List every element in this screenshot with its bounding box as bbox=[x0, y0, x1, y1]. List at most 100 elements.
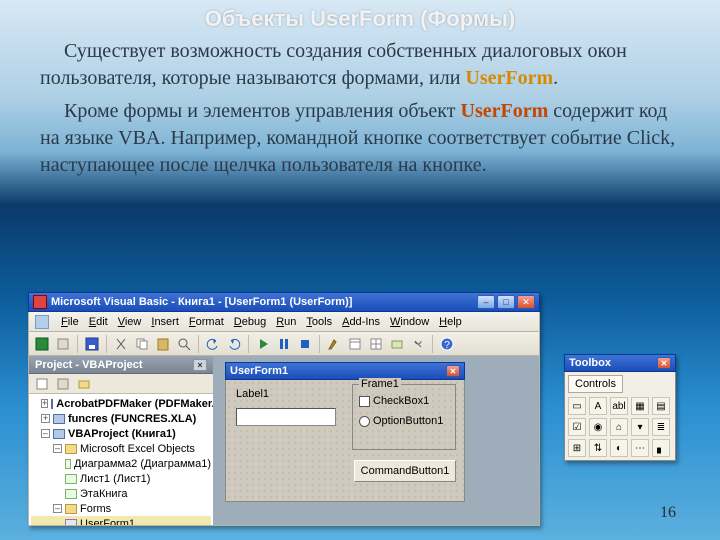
userform-design-surface[interactable]: Label1 Frame1 CheckBox1 OptionButton1 Co… bbox=[225, 380, 465, 502]
control-frame1[interactable]: Frame1 CheckBox1 OptionButton1 bbox=[352, 384, 456, 450]
toolbox-tab-controls[interactable]: Controls bbox=[568, 375, 623, 393]
tool-spin-icon[interactable]: ⋯ bbox=[631, 439, 649, 457]
control-commandbutton1[interactable]: CommandButton1 bbox=[354, 460, 456, 482]
maximize-button[interactable]: □ bbox=[497, 295, 515, 309]
tool-listbox-icon[interactable]: ▤ bbox=[652, 397, 670, 415]
close-button[interactable]: ✕ bbox=[517, 295, 535, 309]
toolbar-separator bbox=[319, 335, 320, 353]
project-explorer-panel: Project - VBAProject × +AcrobatPDFMaker … bbox=[29, 356, 213, 525]
toolbox-grid: ▭ A abl ▦ ▤ ☑ ◉ ⌂ ▾ ≣ ⊞ ⇅ ◐ ⋯ ▖ bbox=[568, 397, 672, 457]
tree-item-sheet1[interactable]: Лист1 (Лист1) bbox=[31, 471, 211, 486]
toolbar-separator bbox=[198, 335, 199, 353]
tool-label-icon[interactable]: A bbox=[589, 397, 607, 415]
tree-item-sheet-diagram[interactable]: Диаграмма2 (Диаграмма1) bbox=[31, 456, 211, 471]
menu-format[interactable]: Format bbox=[189, 316, 224, 328]
tool-toggle-icon[interactable]: ⌂ bbox=[610, 418, 628, 436]
toolbar-reset-icon[interactable] bbox=[296, 335, 314, 353]
tree-project-pdfmaker[interactable]: +AcrobatPDFMaker (PDFMaker.x bbox=[31, 396, 211, 411]
tool-multipage-icon[interactable]: ⇅ bbox=[589, 439, 607, 457]
tree-item-thisworkbook[interactable]: ЭтаКнига bbox=[31, 486, 211, 501]
menu-view[interactable]: View bbox=[118, 316, 142, 328]
tree-folder-excel-objects[interactable]: –Microsoft Excel Objects bbox=[31, 441, 211, 456]
toolbar-paste-icon[interactable] bbox=[154, 335, 172, 353]
control-checkbox1[interactable]: CheckBox1 bbox=[359, 395, 429, 407]
toolbar-copy-icon[interactable] bbox=[133, 335, 151, 353]
toolbar-separator bbox=[77, 335, 78, 353]
toolbar-save-icon[interactable] bbox=[83, 335, 101, 353]
userform-titlebar[interactable]: UserForm1 ✕ bbox=[225, 362, 465, 380]
toolbar-find-icon[interactable] bbox=[175, 335, 193, 353]
tree-project-funcres[interactable]: +funcres (FUNCRES.XLA) bbox=[31, 411, 211, 426]
menu-help[interactable]: Help bbox=[439, 316, 462, 328]
toolbar-toolbox-icon[interactable] bbox=[409, 335, 427, 353]
toolbar-break-icon[interactable] bbox=[275, 335, 293, 353]
toolbar-separator bbox=[432, 335, 433, 353]
control-label1[interactable]: Label1 bbox=[236, 388, 269, 400]
vba-title-text: Microsoft Visual Basic - Книга1 - [UserF… bbox=[51, 296, 477, 308]
toolbar-object-icon[interactable] bbox=[388, 335, 406, 353]
project-explorer-title: Project - VBAProject bbox=[35, 359, 143, 371]
system-menu-icon[interactable] bbox=[35, 315, 49, 329]
vba-toolbar: ? bbox=[28, 332, 540, 356]
page-number: 16 bbox=[660, 504, 676, 522]
tool-command-icon[interactable]: ≣ bbox=[652, 418, 670, 436]
control-optionbutton1[interactable]: OptionButton1 bbox=[359, 415, 443, 427]
checkbox-icon bbox=[359, 396, 370, 407]
para1-text-b: . bbox=[553, 67, 558, 89]
userform-designer-window[interactable]: UserForm1 ✕ Label1 Frame1 CheckBox1 Opti… bbox=[225, 362, 465, 502]
vba-titlebar[interactable]: Microsoft Visual Basic - Книга1 - [UserF… bbox=[28, 292, 540, 312]
tool-textbox-icon[interactable]: abl bbox=[610, 397, 628, 415]
tool-frame-icon[interactable]: ▾ bbox=[631, 418, 649, 436]
toggle-folders-icon[interactable] bbox=[75, 375, 93, 393]
toolbar-separator bbox=[248, 335, 249, 353]
toolbar-project-icon[interactable] bbox=[346, 335, 364, 353]
toolbar-excel-icon[interactable] bbox=[33, 335, 51, 353]
toolbar-undo-icon[interactable] bbox=[204, 335, 222, 353]
tool-option-icon[interactable]: ◉ bbox=[589, 418, 607, 436]
toolbox-titlebar[interactable]: Toolbox ✕ bbox=[564, 354, 676, 372]
toolbox-title: Toolbox bbox=[569, 357, 657, 369]
project-explorer-titlebar[interactable]: Project - VBAProject × bbox=[29, 356, 213, 374]
svg-text:?: ? bbox=[444, 340, 450, 351]
tool-checkbox-icon[interactable]: ☑ bbox=[568, 418, 586, 436]
control-textbox[interactable] bbox=[236, 408, 336, 426]
menu-file[interactable]: File bbox=[61, 316, 79, 328]
menu-edit[interactable]: Edit bbox=[89, 316, 108, 328]
toolbar-run-icon[interactable] bbox=[254, 335, 272, 353]
tool-scrollbar-icon[interactable]: ◐ bbox=[610, 439, 628, 457]
userform-close-icon[interactable]: ✕ bbox=[446, 365, 460, 377]
toolbar-help-icon[interactable]: ? bbox=[438, 335, 456, 353]
tool-select-icon[interactable]: ▭ bbox=[568, 397, 586, 415]
toolbar-redo-icon[interactable] bbox=[225, 335, 243, 353]
tool-combobox-icon[interactable]: ▦ bbox=[631, 397, 649, 415]
toolbox-close-icon[interactable]: ✕ bbox=[657, 357, 671, 369]
tool-image-icon[interactable]: ▖ bbox=[652, 439, 670, 457]
menu-window[interactable]: Window bbox=[390, 316, 429, 328]
paragraph-1: Существует возможность создания собствен… bbox=[40, 38, 680, 92]
slide-body: Существует возможность создания собствен… bbox=[0, 32, 720, 179]
paragraph-2: Кроме формы и элементов управления объек… bbox=[40, 98, 680, 179]
minimize-button[interactable]: – bbox=[477, 295, 495, 309]
tree-item-userform1[interactable]: UserForm1 bbox=[31, 516, 211, 525]
toolbar-design-icon[interactable] bbox=[325, 335, 343, 353]
userform-title: UserForm1 bbox=[230, 365, 446, 377]
menu-addins[interactable]: Add-Ins bbox=[342, 316, 380, 328]
toolbar-properties-icon[interactable] bbox=[367, 335, 385, 353]
view-object-icon[interactable] bbox=[54, 375, 72, 393]
para2-text-a: Кроме формы и элементов управления объек… bbox=[64, 100, 461, 122]
tree-project-vbaproject[interactable]: –VBAProject (Книга1) bbox=[31, 426, 211, 441]
menu-debug[interactable]: Debug bbox=[234, 316, 266, 328]
toolbar-cut-icon[interactable] bbox=[112, 335, 130, 353]
toolbar-separator bbox=[106, 335, 107, 353]
menu-tools[interactable]: Tools bbox=[306, 316, 332, 328]
toolbox-window[interactable]: Toolbox ✕ Controls ▭ A abl ▦ ▤ ☑ ◉ ⌂ ▾ ≣… bbox=[564, 354, 676, 461]
menu-insert[interactable]: Insert bbox=[151, 316, 179, 328]
vba-menubar: File Edit View Insert Format Debug Run T… bbox=[28, 312, 540, 332]
menu-run[interactable]: Run bbox=[276, 316, 296, 328]
project-tree[interactable]: +AcrobatPDFMaker (PDFMaker.x +funcres (F… bbox=[29, 394, 213, 525]
project-explorer-close-icon[interactable]: × bbox=[193, 359, 207, 371]
toolbar-insert-icon[interactable] bbox=[54, 335, 72, 353]
tree-folder-forms[interactable]: –Forms bbox=[31, 501, 211, 516]
tool-tabstrip-icon[interactable]: ⊞ bbox=[568, 439, 586, 457]
view-code-icon[interactable] bbox=[33, 375, 51, 393]
